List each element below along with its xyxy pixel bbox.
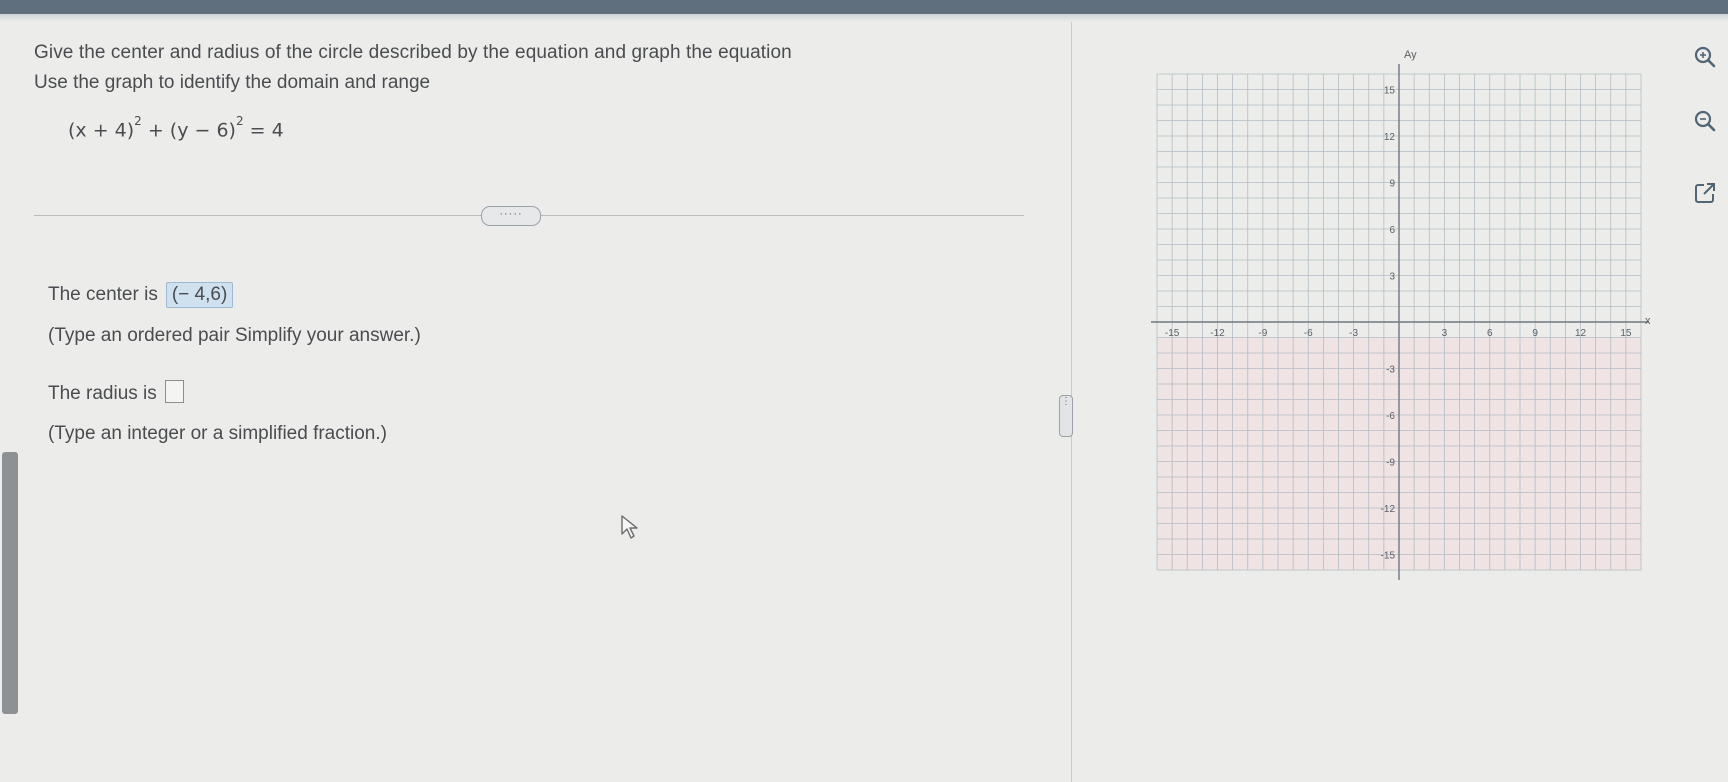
radius-answer-field[interactable]	[164, 380, 184, 403]
question-text-line2: Use the graph to identify the domain and…	[34, 72, 431, 93]
browser-top-bar	[0, 0, 1728, 14]
radius-answer-row: The radius is	[48, 380, 184, 405]
pane-resize-handle[interactable]: ⋮	[1059, 395, 1073, 437]
left-scrollbar[interactable]	[2, 452, 18, 714]
x-tick-label: 12	[1575, 328, 1587, 339]
y-tick-label: 3	[1389, 272, 1395, 283]
question-pane: Give the center and radius of the circle…	[0, 22, 1068, 782]
y-tick-label: -6	[1386, 411, 1395, 422]
circle-equation: (x + 4)2 + (y − 6)2 = 4	[68, 114, 284, 142]
x-tick-label: 3	[1442, 328, 1448, 339]
radius-hint: (Type an integer or a simplified fractio…	[48, 423, 387, 444]
center-label: The center is	[48, 284, 158, 305]
y-tick-label: -3	[1386, 365, 1395, 376]
x-tick-label: -6	[1304, 328, 1313, 339]
x-axis-label: x	[1645, 315, 1651, 327]
coordinate-graph[interactable]: -15 -12 -9 -6 -3 3 6 9 12 15 15 12 9 6 3 -3 -6 -9 -12 -15 A…	[1140, 40, 1660, 600]
x-tick-label: -3	[1349, 328, 1358, 339]
center-answer-row: The center is (− 4,6)	[48, 282, 234, 308]
equation-exponent: 2	[134, 114, 142, 128]
equation-part: + (y − 6)	[141, 119, 236, 142]
y-tick-label: 12	[1384, 132, 1396, 143]
x-tick-label: 6	[1487, 328, 1493, 339]
y-tick-label: -12	[1381, 504, 1396, 515]
x-tick-label: 15	[1620, 328, 1632, 339]
x-tick-label: -12	[1210, 328, 1225, 339]
mouse-pointer-icon	[621, 515, 638, 539]
x-tick-label: -15	[1165, 328, 1180, 339]
zoom-in-icon[interactable]	[1692, 44, 1718, 70]
question-text-line1: Give the center and radius of the circle…	[34, 42, 792, 63]
x-tick-label: 9	[1532, 328, 1538, 339]
radius-label: The radius is	[48, 383, 157, 404]
equation-part: = 4	[243, 119, 284, 142]
center-answer-field[interactable]: (− 4,6)	[165, 282, 234, 308]
zoom-out-icon[interactable]	[1692, 108, 1718, 134]
external-link-icon[interactable]	[1692, 180, 1718, 206]
y-tick-label: 6	[1389, 225, 1395, 236]
y-tick-label: 9	[1389, 179, 1395, 190]
equation-part: (x + 4)	[68, 119, 135, 142]
y-axis-label: Ay	[1404, 49, 1417, 61]
top-shadow	[0, 14, 1728, 22]
center-hint: (Type an ordered pair Simplify your answ…	[48, 325, 421, 346]
y-tick-label: -15	[1381, 551, 1396, 562]
x-tick-label: -9	[1258, 328, 1267, 339]
y-tick-label: 15	[1384, 86, 1396, 97]
expand-details-button[interactable]: ·····	[481, 206, 541, 226]
y-tick-label: -9	[1386, 458, 1395, 469]
equation-exponent: 2	[235, 114, 244, 128]
